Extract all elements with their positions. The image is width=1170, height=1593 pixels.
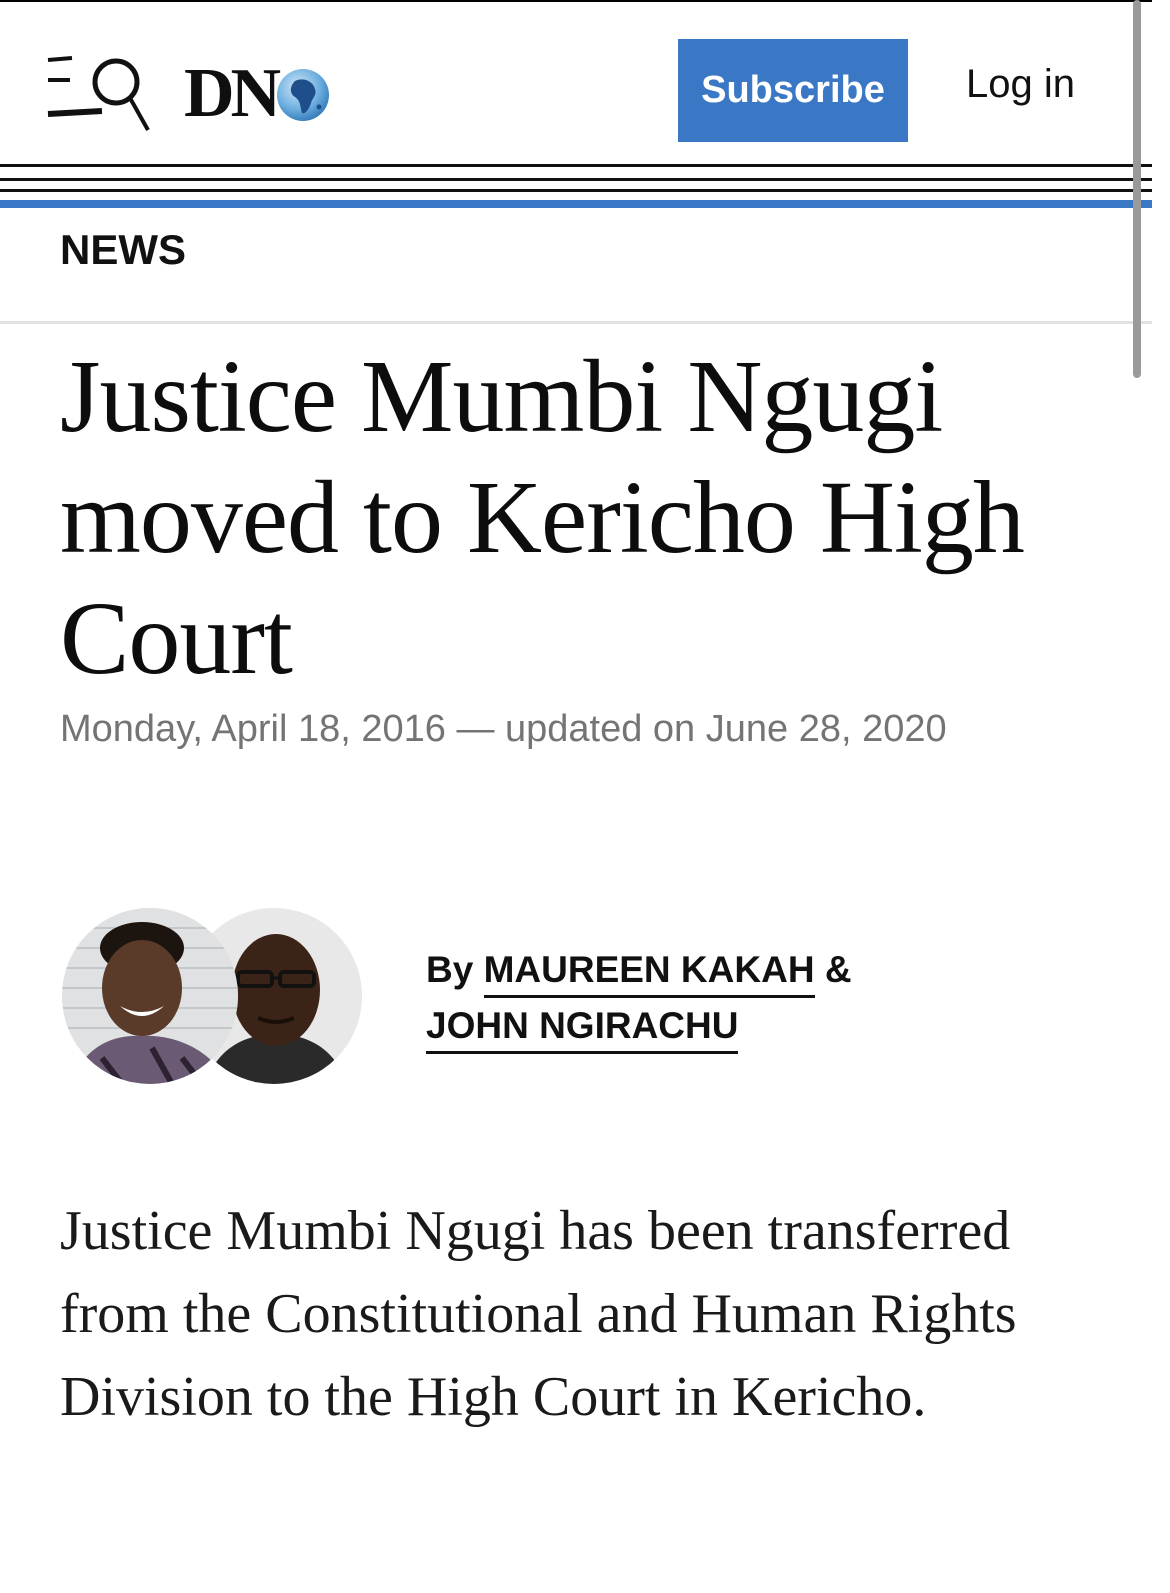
article-lead-paragraph: Justice Mumbi Ngugi has been transferred… [60,1200,1017,1428]
header-rule [0,178,1152,181]
byline-connector: & [824,949,852,990]
article-dateline: Monday, April 18, 2016 — updated on June… [60,708,947,750]
scrollbar-track[interactable] [1152,0,1170,1593]
scrollbar-thumb[interactable] [1133,0,1141,378]
avatar [62,908,238,1084]
author-avatar-maureen-kakah[interactable] [62,908,238,1084]
accent-rule [0,200,1152,208]
section-label[interactable]: NEWS [60,226,186,274]
header-rule [0,189,1152,192]
header-rule [0,164,1152,167]
byline-prefix: By [426,949,474,990]
section-divider [0,321,1152,324]
logo-text: DN [184,55,281,132]
menu-search-icon [47,56,150,131]
byline: By MAUREEN KAKAH & JOHN NGIRACHU [426,942,852,1054]
globe-icon [277,69,330,121]
menu-search-button[interactable] [44,54,154,134]
author-link-john-ngirachu[interactable]: JOHN NGIRACHU [426,1001,739,1054]
site-logo[interactable]: DN [184,54,331,134]
article-headline: Justice Mumbi Ngugi moved to Kericho Hig… [60,339,1025,696]
site-header: DN Subscribe Log in [0,2,1152,164]
author-link-maureen-kakah[interactable]: MAUREEN KAKAH [483,945,815,998]
article-page: DN Subscribe Log in NEWS Justice Mumbi N… [0,0,1152,1593]
subscribe-button[interactable]: Subscribe [678,39,908,142]
login-link[interactable]: Log in [966,62,1075,107]
